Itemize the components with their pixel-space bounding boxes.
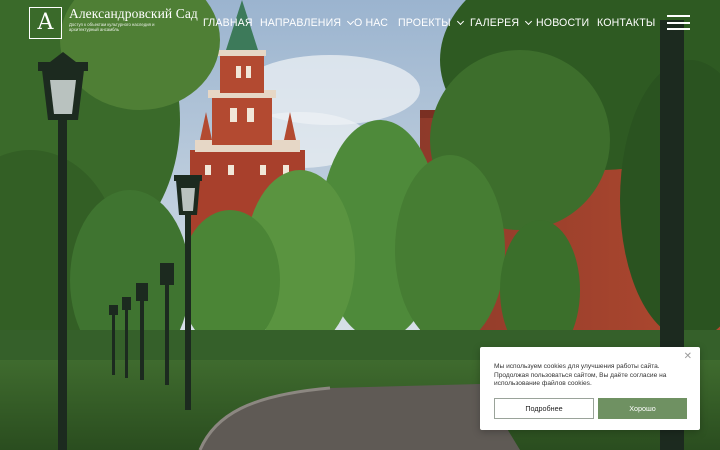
site-logo[interactable]: A Александровский Сад Доступ к объектам … [29, 7, 198, 39]
logo-emblem-icon: A [29, 7, 62, 39]
nav-item-label: ГЛАВНАЯ [203, 17, 253, 29]
close-icon[interactable]: ✕ [684, 351, 692, 363]
burger-menu-icon[interactable] [667, 15, 690, 30]
site-header: A Александровский Сад Доступ к объектам … [0, 0, 720, 46]
nav-item-gallery[interactable]: ГАЛЕРЕЯ [470, 17, 533, 29]
nav-item-label: О НАС [354, 17, 389, 29]
cookie-more-button[interactable]: Подробнее [494, 398, 594, 419]
nav-item-label: КОНТАКТЫ [597, 17, 656, 29]
nav-item-about[interactable]: О НАС [354, 17, 388, 29]
nav-item-label: НАПРАВЛЕНИЯ [260, 17, 342, 29]
nav-item-directions[interactable]: НАПРАВЛЕНИЯ [260, 17, 355, 29]
site-subtitle: Доступ к объектам культурного наследия и… [69, 22, 155, 32]
nav-item-news[interactable]: НОВОСТИ [536, 17, 589, 29]
cookie-accept-button[interactable]: Хорошо [598, 398, 687, 419]
nav-item-contacts[interactable]: КОНТАКТЫ [597, 17, 655, 29]
nav-item-label: ГАЛЕРЕЯ [470, 17, 520, 29]
nav-item-projects[interactable]: ПРОЕКТЫ [398, 17, 464, 29]
nav-item-label: ПРОЕКТЫ [398, 17, 451, 29]
chevron-down-icon [525, 17, 533, 26]
site-title: Александровский Сад [69, 6, 198, 21]
cookie-text: Мы используем cookies для улучшения рабо… [494, 363, 667, 388]
logo-text: Александровский Сад Доступ к объектам ку… [69, 6, 198, 33]
chevron-down-icon [456, 17, 464, 26]
cookie-banner: ✕ Мы используем cookies для улучшения ра… [480, 347, 700, 430]
nav-item-label: НОВОСТИ [536, 17, 590, 29]
nav-item-home[interactable]: ГЛАВНАЯ [203, 17, 253, 29]
